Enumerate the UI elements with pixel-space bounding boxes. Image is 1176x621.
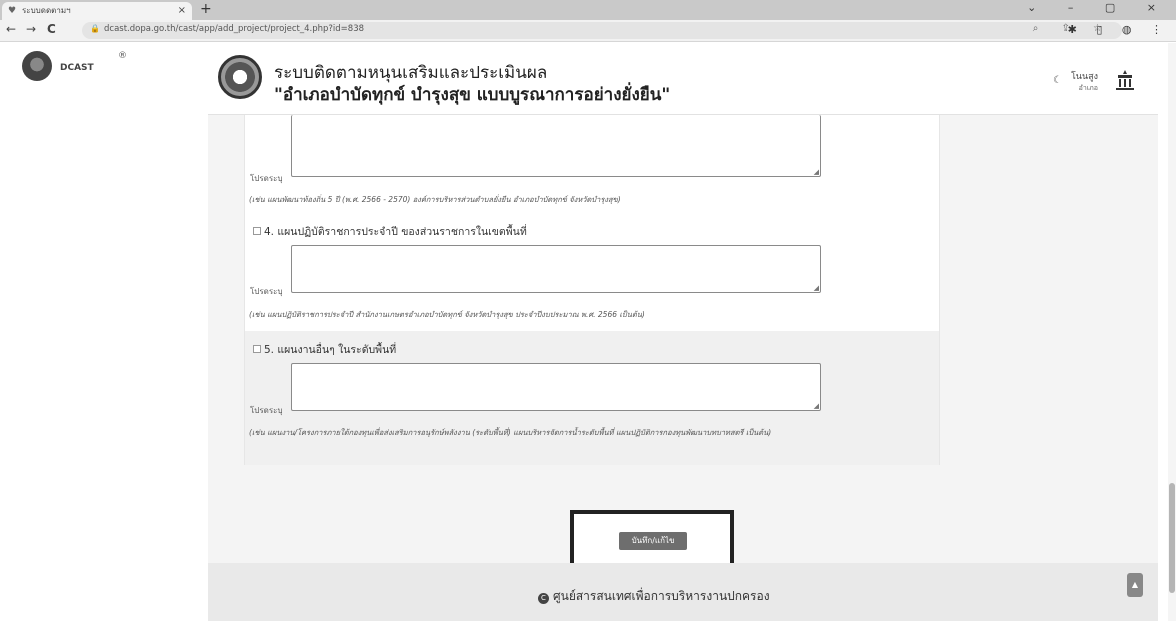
user-role: อำเภอ [1078, 84, 1098, 92]
page: DCAST ® ระบบติดตามหนุนเสริมและประเมินผล … [0, 43, 1176, 621]
reload-button[interactable]: C [47, 22, 56, 36]
browser-tab[interactable]: ♥ ระบบดดตามฯ × [2, 2, 192, 20]
specify-label: โปรดระบุ [250, 406, 283, 415]
section-5-option[interactable]: 5. แผนงานอื่นๆ ในระดับพื้นที่ [253, 341, 396, 358]
resize-grip-icon[interactable]: ◢ [814, 285, 819, 292]
section-3-textarea[interactable]: ◢ [291, 115, 821, 177]
user-name: โนนสูง [1070, 72, 1098, 82]
registered-icon: ® [118, 51, 127, 61]
section-4-label: 4. แผนปฏิบัติราชการประจำปี ของส่วนราชการ… [264, 226, 527, 238]
url-field[interactable]: 🔒 dcast.dopa.go.th/cast/app/add_project/… [82, 22, 1122, 39]
page-header: ระบบติดตามหนุนเสริมและประเมินผล "อำเภอบำ… [208, 43, 1158, 115]
form-section-5: 5. แผนงานอื่นๆ ในระดับพื้นที่ ◢ โปรดระบุ… [245, 331, 939, 465]
section-5-label: 5. แผนงานอื่นๆ ในระดับพื้นที่ [264, 344, 397, 356]
scrollbar-thumb[interactable] [1169, 483, 1175, 593]
window-controls[interactable]: ⌄ – ▢ × [1027, 1, 1170, 14]
new-tab-button[interactable]: + [200, 1, 212, 17]
lock-icon: 🔒 [90, 24, 100, 33]
section-3-example: (เช่น แผนพัฒนาท้องถิ่น 5 ปี (พ.ศ. 2566 -… [249, 195, 621, 204]
browser-tab-bar: ♥ ระบบดดตามฯ × + ⌄ – ▢ × [0, 0, 1176, 20]
resize-grip-icon[interactable]: ◢ [814, 169, 819, 176]
section-4-option[interactable]: 4. แผนปฏิบัติราชการประจำปี ของส่วนราชการ… [253, 223, 527, 240]
section-4-checkbox[interactable] [253, 227, 261, 235]
moon-icon[interactable]: ☾ [1053, 75, 1062, 86]
save-button[interactable]: บันทึก/แก้ไข [619, 532, 687, 550]
dcast-logo-icon[interactable] [22, 51, 52, 81]
brand-name[interactable]: DCAST [60, 63, 94, 73]
specify-label: โปรดระบุ [250, 174, 283, 183]
section-5-textarea[interactable]: ◢ [291, 363, 821, 411]
save-button-highlight: บันทึก/แก้ไข [570, 510, 734, 567]
copyright-icon: C [538, 593, 549, 604]
section-4-textarea[interactable]: ◢ [291, 245, 821, 293]
form-section-4: 4. แผนปฏิบัติราชการประจำปี ของส่วนราชการ… [245, 213, 939, 331]
footer-text-container: C ศูนย์สารสนเทศเพื่อการบริหารงานปกครอง [538, 587, 770, 606]
scroll-to-top-button[interactable]: ▲ [1127, 573, 1143, 597]
section-5-example: (เช่น แผนงาน/โครงการภายใต้กองทุนเพื่อส่ง… [249, 428, 772, 437]
page-scrollbar[interactable] [1168, 43, 1176, 621]
project-form: ◢ โปรดระบุ (เช่น แผนพัฒนาท้องถิ่น 5 ปี (… [244, 115, 940, 465]
back-button[interactable]: ← [6, 22, 16, 36]
form-section-3: ◢ โปรดระบุ (เช่น แผนพัฒนาท้องถิ่น 5 ปี (… [245, 115, 939, 213]
forward-button[interactable]: → [26, 22, 36, 36]
government-building-icon [1116, 70, 1134, 90]
page-subtitle: "อำเภอบำบัดทุกข์ บำรุงสุข แบบบูรณาการอย่… [274, 85, 671, 105]
section-5-checkbox[interactable] [253, 345, 261, 353]
page-footer: C ศูนย์สารสนเทศเพื่อการบริหารงานปกครอง [208, 563, 1158, 621]
tab-title: ระบบดดตามฯ [22, 6, 71, 15]
tab-close-icon[interactable]: × [178, 2, 186, 20]
browser-address-bar: ← → C 🔒 dcast.dopa.go.th/cast/app/add_pr… [0, 20, 1176, 42]
extension-icons[interactable]: ✱ ▯ ◍ ⋮ [1068, 23, 1170, 36]
tab-favicon-icon: ♥ [8, 6, 17, 16]
footer-text: ศูนย์สารสนเทศเพื่อการบริหารงานปกครอง [553, 589, 770, 603]
section-4-example: (เช่น แผนปฏิบัติราชการประจำปี สำนักงานเก… [249, 310, 645, 319]
specify-label: โปรดระบุ [250, 287, 283, 296]
main-panel: ระบบติดตามหนุนเสริมและประเมินผล "อำเภอบำ… [208, 43, 1158, 621]
url-text[interactable]: dcast.dopa.go.th/cast/app/add_project/pr… [104, 24, 364, 34]
resize-grip-icon[interactable]: ◢ [814, 403, 819, 410]
seal-logo-icon [218, 55, 262, 99]
